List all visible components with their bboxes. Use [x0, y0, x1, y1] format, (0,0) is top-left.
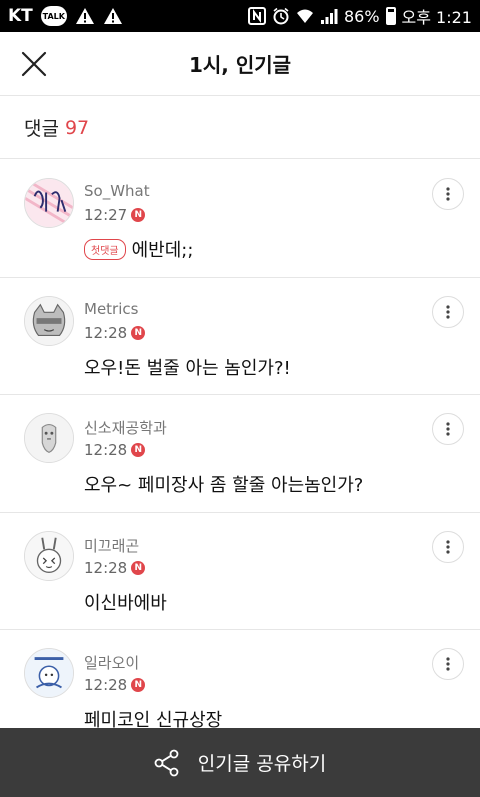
comment-meta: 12:28 N: [84, 676, 146, 694]
new-badge-icon: N: [131, 443, 146, 457]
status-bar-right: 86% 오후 1:21: [247, 4, 472, 28]
nfc-icon: [247, 7, 266, 25]
comment-username[interactable]: 신소재공학과: [84, 417, 167, 438]
battery-icon: [385, 7, 396, 25]
more-vertical-icon: [446, 187, 450, 201]
first-comment-badge: 첫댓글: [84, 238, 126, 260]
more-vertical-icon: [446, 657, 450, 671]
more-vertical-icon: [446, 422, 450, 436]
close-button[interactable]: [14, 44, 54, 84]
avatar[interactable]: [24, 530, 74, 581]
comment-username[interactable]: 일라오이: [84, 652, 139, 673]
avatar[interactable]: [24, 648, 74, 698]
comment-count-label: 댓글: [24, 118, 59, 140]
new-badge-icon: N: [131, 560, 146, 575]
more-vertical-icon: [446, 539, 450, 554]
page-title: 1시, 인기글: [188, 53, 292, 77]
comment-time: 12:28: [84, 441, 128, 459]
comment-body: 오우!돈 벌줄 아는 놈인가?!: [84, 354, 291, 380]
signal-icon: [320, 9, 338, 24]
battery-percent: 86%: [343, 6, 380, 26]
carrier-label: KT: [8, 6, 33, 26]
more-options-button[interactable]: [432, 648, 464, 680]
comment-time: 12:28: [84, 323, 128, 342]
comment-text: 오우~ 페미장사 좀 할줄 아는놈인가?: [84, 475, 364, 496]
wifi-icon: [296, 9, 313, 23]
comment-item: 미끄래곤 12:28 N 이신바에바: [0, 513, 480, 630]
comment-body: 첫댓글 에반데;;: [84, 236, 193, 262]
comment-body: 이신바에바: [84, 589, 167, 615]
comment-username[interactable]: So_What: [84, 182, 150, 200]
status-bar: KT TALK 86% 오후 1:21: [0, 0, 480, 32]
comment-meta: 12:28 N: [84, 558, 146, 577]
avatar-image: [25, 179, 73, 227]
new-badge-icon: N: [131, 325, 146, 340]
comment-meta: 12:28 N: [84, 441, 146, 459]
kakaotalk-icon: TALK: [40, 6, 67, 26]
avatar-image: [25, 531, 73, 580]
avatar[interactable]: [24, 178, 74, 228]
comment-item: 신소재공학과 12:28 N 오우~ 페미장사 좀 할줄 아는놈인가?: [0, 395, 480, 513]
comment-username[interactable]: 미끄래곤: [84, 535, 139, 556]
comment-meta: 12:28 N: [84, 323, 146, 342]
comment-time: 12:28: [84, 676, 128, 694]
comment-username[interactable]: Metrics: [84, 300, 138, 318]
avatar-image: [25, 414, 73, 462]
more-options-button[interactable]: [432, 530, 464, 563]
comment-time: 12:28: [84, 558, 128, 577]
close-icon: [21, 51, 47, 77]
clock: 오후 1:21: [401, 8, 472, 27]
comment-item: Metrics 12:28 N 오우!돈 벌줄 아는 놈인가?!: [0, 278, 480, 395]
new-badge-icon: N: [131, 208, 146, 222]
warning-icon: [103, 8, 122, 24]
more-options-button[interactable]: [432, 413, 464, 445]
comment-list: So_What 12:27 N 첫댓글 에반데;; Metrics 12:28 …: [0, 160, 480, 748]
comment-text: 오우!돈 벌줄 아는 놈인가?!: [84, 357, 291, 379]
comment-count-value: 97: [64, 116, 90, 139]
more-options-button[interactable]: [432, 295, 464, 328]
avatar-image: [25, 296, 73, 345]
avatar[interactable]: [24, 295, 74, 346]
share-button[interactable]: 인기글 공유하기: [0, 728, 480, 797]
comment-item: So_What 12:27 N 첫댓글 에반데;;: [0, 160, 480, 278]
avatar[interactable]: [24, 413, 74, 463]
share-label: 인기글 공유하기: [197, 753, 327, 775]
avatar-image: [25, 649, 73, 697]
more-vertical-icon: [446, 304, 450, 319]
status-bar-left: KT TALK: [8, 6, 123, 26]
warning-icon: [75, 8, 94, 24]
alarm-icon: [273, 7, 289, 25]
more-options-button[interactable]: [432, 178, 464, 210]
share-icon: [154, 749, 179, 776]
comment-time: 12:27: [84, 206, 128, 224]
comment-text: 이신바에바: [84, 592, 167, 614]
new-badge-icon: N: [131, 678, 146, 692]
comment-body: 오우~ 페미장사 좀 할줄 아는놈인가?: [84, 471, 363, 497]
top-header: 1시, 인기글: [0, 32, 480, 96]
comment-text: 에반데;;: [131, 240, 194, 261]
comment-meta: 12:27 N: [84, 206, 146, 224]
comment-count-row: 댓글 97: [0, 97, 480, 159]
